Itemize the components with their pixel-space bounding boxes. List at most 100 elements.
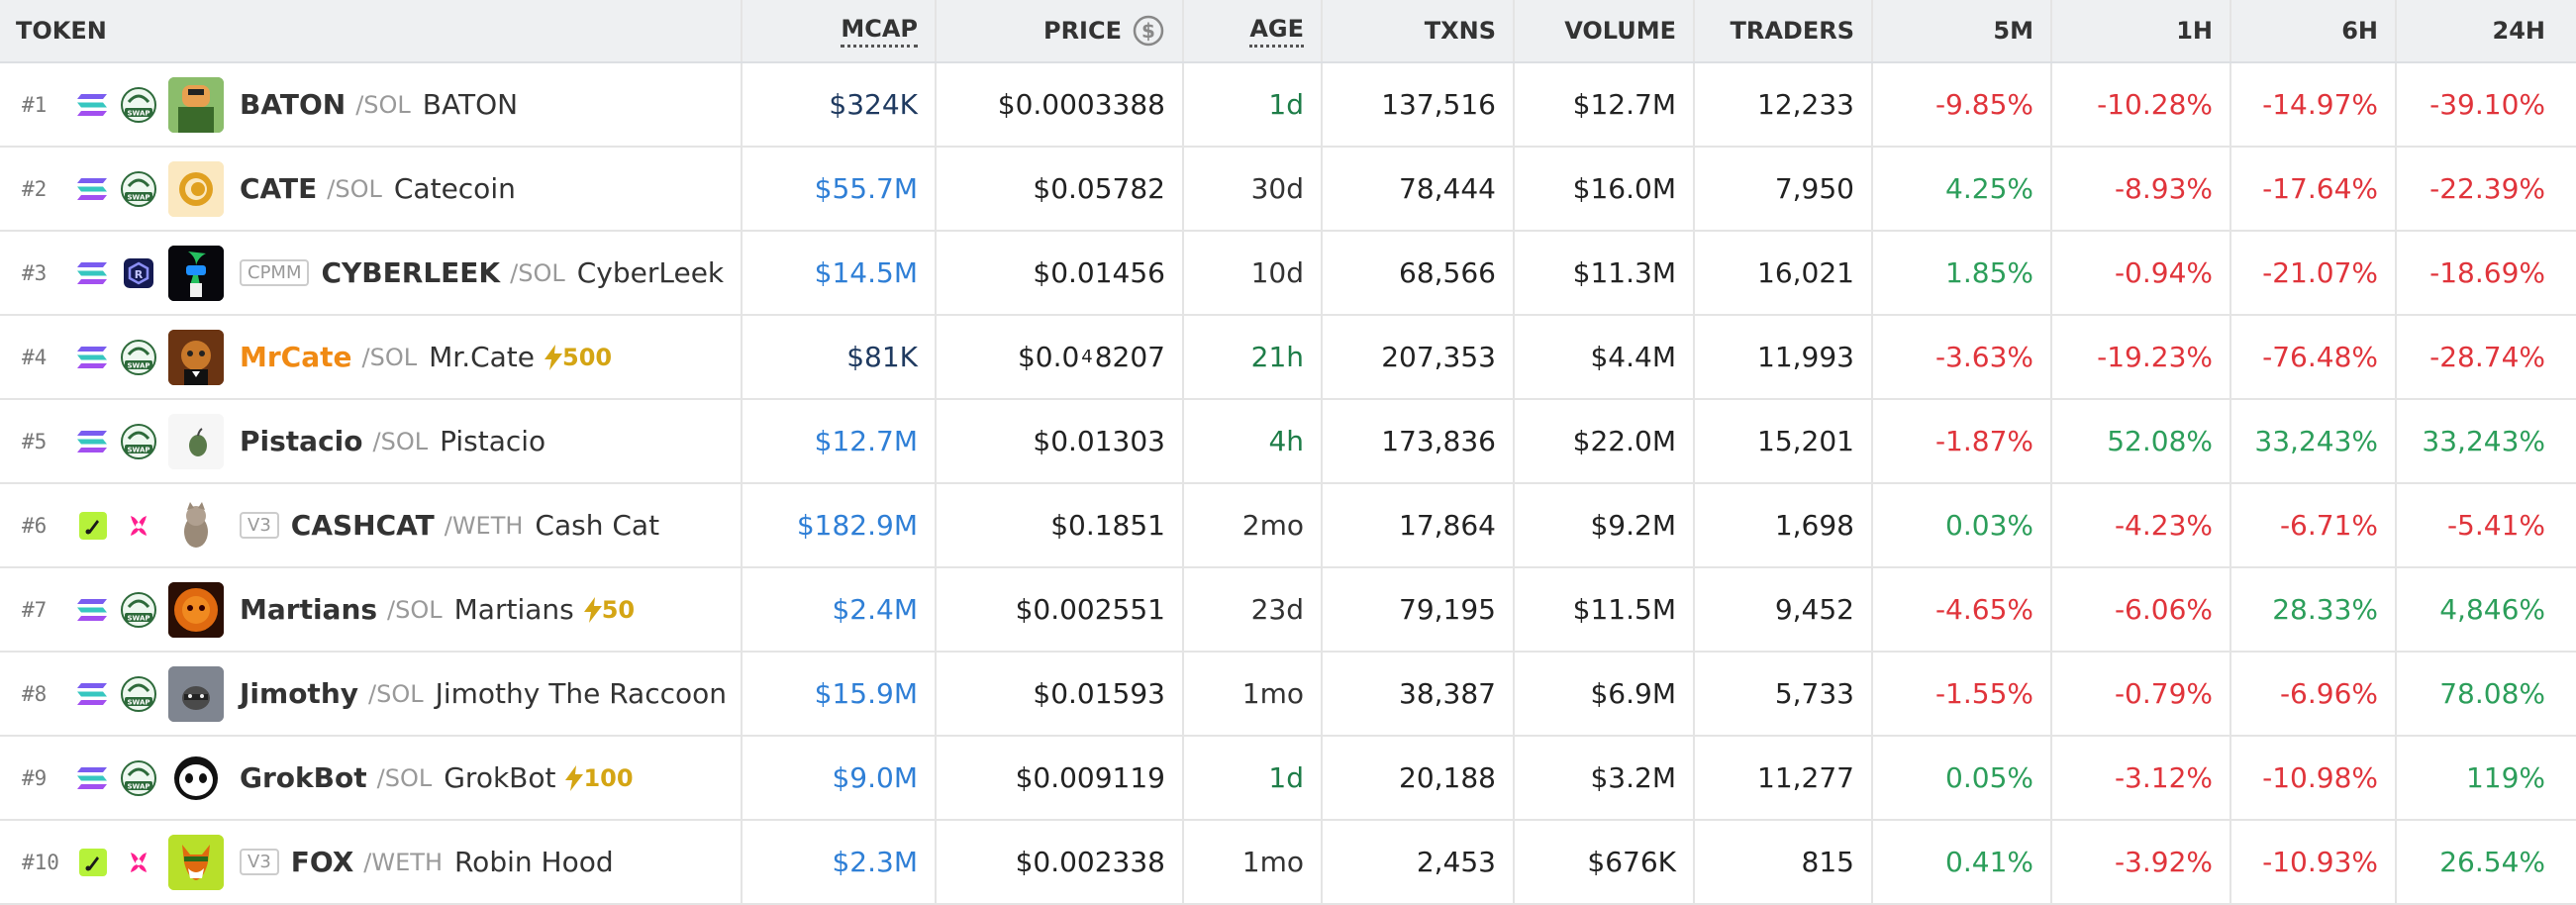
mcap-value: $2.3M: [741, 821, 935, 903]
quote-symbol: /WETH: [444, 511, 524, 540]
column-header-age[interactable]: AGE: [1182, 0, 1321, 61]
svg-text:SWAP: SWAP: [128, 614, 150, 622]
change-1h: -6.06%: [2050, 568, 2229, 651]
change-6h: -10.98%: [2229, 737, 2395, 819]
table-row[interactable]: #1 SWAP BATON /SOL BATON $324K $0.000338…: [0, 63, 2576, 148]
change-6h: -6.71%: [2229, 484, 2395, 566]
table-row[interactable]: #5 SWAP Pistacio /SOL Pistacio $12.7M $0…: [0, 400, 2576, 484]
volume-value: $3.2M: [1513, 737, 1693, 819]
rank: #9: [22, 765, 48, 790]
txns-value: 17,864: [1321, 484, 1513, 566]
token-avatar: [168, 497, 224, 553]
token-cell[interactable]: #6 V3 CASHCAT /WETH Cash Cat: [0, 484, 741, 566]
column-header-volume[interactable]: VOLUME: [1513, 0, 1693, 61]
table-row[interactable]: #7 SWAP Martians /SOL Martians 50 $2.4M …: [0, 568, 2576, 653]
price-value: $0.002338: [935, 821, 1182, 903]
change-24h: -39.10%: [2395, 63, 2562, 146]
volume-value: $9.2M: [1513, 484, 1693, 566]
price-digits: 8207: [1094, 341, 1165, 373]
boost-badge[interactable]: 100: [565, 764, 634, 792]
table-row[interactable]: #3 R CPMM CYBERLEEK /SOL CyberLeek $14.5…: [0, 232, 2576, 316]
swap-icon: SWAP: [119, 590, 158, 630]
mcap-value: $55.7M: [741, 148, 935, 230]
dollar-currency-icon[interactable]: $: [1132, 14, 1165, 48]
svg-text:SWAP: SWAP: [128, 782, 150, 790]
token-avatar: [168, 665, 224, 722]
token-symbol: CYBERLEEK: [321, 256, 501, 289]
boost-badge[interactable]: 500: [545, 344, 612, 371]
base-icon: [73, 843, 113, 882]
change-5m: -4.65%: [1871, 568, 2050, 651]
change-1h: -4.23%: [2050, 484, 2229, 566]
token-avatar: [168, 160, 224, 217]
column-header-1h[interactable]: 1H: [2050, 0, 2229, 61]
age-value: 2mo: [1182, 484, 1321, 566]
txns-value: 68,566: [1321, 232, 1513, 314]
column-header-txns[interactable]: TXNS: [1321, 0, 1513, 61]
column-header-6h[interactable]: 6H: [2229, 0, 2395, 61]
mcap-value: $81K: [741, 316, 935, 398]
solana-icon: [73, 758, 113, 798]
svg-text:SWAP: SWAP: [128, 361, 150, 369]
solana-icon: [73, 674, 113, 714]
table-row[interactable]: #2 SWAP CATE /SOL Catecoin $55.7M $0.057…: [0, 148, 2576, 232]
change-1h: 52.08%: [2050, 400, 2229, 482]
column-header-traders[interactable]: TRADERS: [1693, 0, 1871, 61]
token-cell[interactable]: #4 SWAP MrCate /SOL Mr.Cate 500: [0, 316, 741, 398]
row-spacer: [2562, 63, 2576, 146]
rank: #8: [22, 681, 48, 706]
mcap-value: $12.7M: [741, 400, 935, 482]
table-header: TOKEN MCAP PRICE $ AGE TXNS VOLUME TRADE…: [0, 0, 2576, 63]
column-header-24h[interactable]: 24H: [2395, 0, 2562, 61]
solana-icon: [73, 590, 113, 630]
quote-symbol: /SOL: [327, 174, 382, 203]
volume-value: $12.7M: [1513, 63, 1693, 146]
price-value: $0.002551: [935, 568, 1182, 651]
change-24h: -5.41%: [2395, 484, 2562, 566]
table-row[interactable]: #9 SWAP GrokBot /SOL GrokBot 100 $9.0M $…: [0, 737, 2576, 821]
row-spacer: [2562, 400, 2576, 482]
change-1h: -3.12%: [2050, 737, 2229, 819]
token-cell[interactable]: #7 SWAP Martians /SOL Martians 50: [0, 568, 741, 651]
token-avatar: [168, 834, 224, 890]
boost-count: 50: [601, 595, 636, 624]
token-name: CyberLeek: [576, 256, 725, 289]
boost-badge[interactable]: 50: [583, 595, 636, 624]
rank: #6: [22, 513, 48, 538]
solana-icon: [73, 253, 113, 293]
price-value: $0.01303: [935, 400, 1182, 482]
token-name: Catecoin: [393, 172, 516, 205]
table-row[interactable]: #10 V3 FOX /WETH Robin Hood $2.3M $0.002…: [0, 821, 2576, 905]
row-spacer: [2562, 568, 2576, 651]
volume-value: $22.0M: [1513, 400, 1693, 482]
token-cell[interactable]: #10 V3 FOX /WETH Robin Hood: [0, 821, 741, 903]
svg-text:SWAP: SWAP: [128, 109, 150, 117]
token-name: Cash Cat: [535, 509, 660, 542]
token-cell[interactable]: #1 SWAP BATON /SOL BATON: [0, 63, 741, 146]
mcap-value: $324K: [741, 63, 935, 146]
column-header-token[interactable]: TOKEN: [0, 0, 741, 61]
column-header-5m[interactable]: 5M: [1871, 0, 2050, 61]
traders-value: 11,993: [1693, 316, 1871, 398]
token-cell[interactable]: #8 SWAP Jimothy /SOL Jimothy The Raccoon: [0, 653, 741, 735]
change-6h: -76.48%: [2229, 316, 2395, 398]
token-cell[interactable]: #2 SWAP CATE /SOL Catecoin: [0, 148, 741, 230]
mcap-value: $2.4M: [741, 568, 935, 651]
swap-icon: SWAP: [119, 338, 158, 377]
change-6h: -10.93%: [2229, 821, 2395, 903]
mcap-value: $15.9M: [741, 653, 935, 735]
change-5m: -1.55%: [1871, 653, 2050, 735]
column-header-price[interactable]: PRICE $: [935, 0, 1182, 61]
table-row[interactable]: #6 V3 CASHCAT /WETH Cash Cat $182.9M $0.…: [0, 484, 2576, 568]
change-24h: -28.74%: [2395, 316, 2562, 398]
token-name: GrokBot: [444, 761, 556, 794]
token-cell[interactable]: #5 SWAP Pistacio /SOL Pistacio: [0, 400, 741, 482]
change-24h: 119%: [2395, 737, 2562, 819]
column-header-mcap[interactable]: MCAP: [741, 0, 935, 61]
token-cell[interactable]: #3 R CPMM CYBERLEEK /SOL CyberLeek: [0, 232, 741, 314]
token-cell[interactable]: #9 SWAP GrokBot /SOL GrokBot 100: [0, 737, 741, 819]
table-row[interactable]: #8 SWAP Jimothy /SOL Jimothy The Raccoon…: [0, 653, 2576, 737]
table-row[interactable]: #4 SWAP MrCate /SOL Mr.Cate 500 $81K $0.…: [0, 316, 2576, 400]
header-spacer: [2562, 0, 2576, 61]
mcap-value: $182.9M: [741, 484, 935, 566]
